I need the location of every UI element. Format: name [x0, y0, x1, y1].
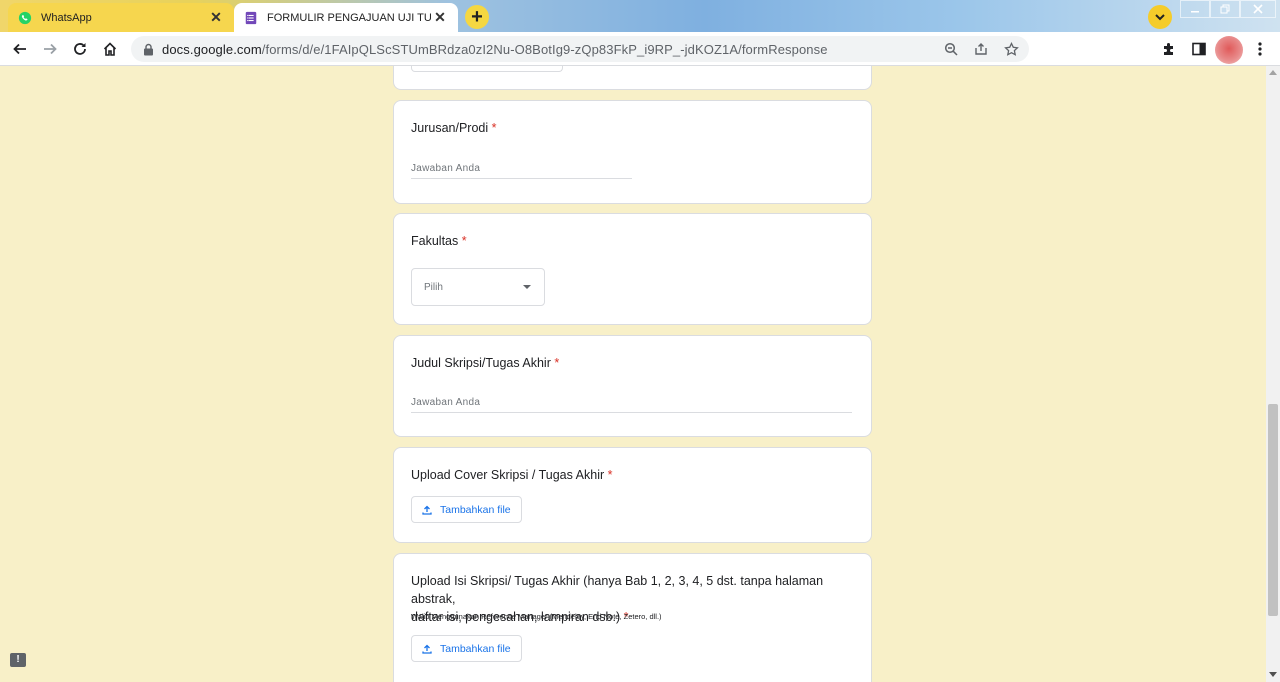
extensions-button[interactable] [1157, 37, 1181, 61]
zoom-icon[interactable] [941, 39, 961, 59]
bookmark-star-icon[interactable] [1001, 39, 1021, 59]
browser-toolbar: docs.google.com/forms/d/e/1FAIpQLScSTUmB… [0, 32, 1280, 66]
question-title: Jurusan/Prodi * [411, 121, 497, 135]
lock-icon [144, 43, 153, 55]
profile-avatar[interactable] [1215, 36, 1243, 64]
close-tab-icon[interactable]: ✕ [208, 9, 224, 26]
upload-cover-button[interactable]: Tambahkan file [411, 496, 522, 523]
chevron-down-icon [1155, 14, 1165, 21]
scroll-down-icon[interactable] [1269, 672, 1277, 677]
feedback-icon[interactable]: ! [10, 653, 26, 667]
jurusan-input[interactable]: Jawaban Anda [411, 163, 632, 179]
upload-icon [422, 505, 432, 515]
question-card-upload-cover: Upload Cover Skripsi / Tugas Akhir * Tam… [393, 447, 872, 543]
home-icon [103, 42, 117, 56]
required-mark: * [491, 121, 497, 135]
minimize-icon [1191, 11, 1199, 13]
question-card-previous [393, 66, 872, 90]
question-description: Wajib Menggunakan Reference Manager (Men… [411, 612, 662, 621]
google-forms-icon [245, 11, 257, 24]
required-mark: * [554, 356, 560, 370]
puzzle-icon [1164, 43, 1173, 55]
previous-select[interactable] [411, 66, 563, 72]
question-title: Fakultas * [411, 234, 467, 248]
close-icon [1253, 4, 1263, 14]
tab-title: FORMULIR PENGAJUAN UJI TURNITIN [267, 11, 432, 24]
arrow-left-icon [13, 43, 26, 55]
more-vert-icon [1258, 42, 1262, 56]
button-label: Tambahkan file [440, 503, 511, 516]
back-button[interactable] [8, 37, 32, 61]
upload-isi-button[interactable]: Tambahkan file [411, 635, 522, 662]
button-label: Tambahkan file [440, 642, 511, 655]
question-card-jurusan: Jurusan/Prodi * Jawaban Anda [393, 100, 872, 204]
tab-whatsapp[interactable]: WhatsApp ✕ [8, 3, 234, 32]
reload-icon [74, 43, 86, 55]
dropdown-value: Pilih [424, 281, 443, 293]
new-tab-button[interactable]: + [465, 5, 489, 29]
url-path: /forms/d/e/1FAIpQLScSTUmBRdza0zI2Nu-O8Bo… [261, 41, 828, 57]
menu-button[interactable] [1248, 37, 1272, 61]
tab-google-forms[interactable]: FORMULIR PENGAJUAN UJI TURNITIN ✕ [234, 3, 458, 32]
required-mark: * [461, 234, 467, 248]
whatsapp-icon [18, 11, 32, 24]
form-page: Jurusan/Prodi * Jawaban Anda Fakultas * … [0, 66, 1266, 682]
tab-title: WhatsApp [41, 11, 92, 24]
required-mark: * [607, 468, 613, 482]
restore-icon [1220, 4, 1230, 14]
close-window-button[interactable] [1240, 0, 1276, 18]
url-text: docs.google.com/forms/d/e/1FAIpQLScSTUmB… [162, 42, 828, 57]
question-card-judul: Judul Skripsi/Tugas Akhir * Jawaban Anda [393, 335, 872, 437]
reload-button[interactable] [68, 37, 92, 61]
scrollbar-thumb[interactable] [1268, 404, 1278, 616]
tab-search-button[interactable] [1148, 5, 1172, 29]
side-panel-icon [1192, 42, 1206, 56]
page-scrollbar[interactable] [1266, 66, 1280, 682]
url-host: docs.google.com [162, 41, 262, 57]
question-card-upload-isi: Upload Isi Skripsi/ Tugas Akhir (hanya B… [393, 553, 872, 682]
close-tab-icon[interactable]: ✕ [432, 9, 448, 26]
share-icon[interactable] [971, 39, 991, 59]
caret-down-icon [523, 285, 531, 289]
address-bar[interactable]: docs.google.com/forms/d/e/1FAIpQLScSTUmB… [131, 36, 1029, 62]
forward-button[interactable] [38, 37, 62, 61]
side-panel-button[interactable] [1187, 37, 1211, 61]
minimize-button[interactable] [1180, 0, 1210, 18]
question-card-fakultas: Fakultas * Pilih [393, 213, 872, 325]
question-title: Judul Skripsi/Tugas Akhir * [411, 356, 560, 370]
scroll-up-icon[interactable] [1269, 70, 1277, 75]
restore-button[interactable] [1210, 0, 1240, 18]
question-title: Upload Cover Skripsi / Tugas Akhir * [411, 468, 613, 482]
tab-strip: WhatsApp ✕ FORMULIR PENGAJUAN UJI TURNIT… [0, 0, 1280, 32]
upload-icon [422, 644, 432, 654]
home-button[interactable] [98, 37, 122, 61]
fakultas-dropdown[interactable]: Pilih [411, 268, 545, 306]
judul-input[interactable]: Jawaban Anda [411, 397, 852, 413]
arrow-right-icon [44, 43, 57, 55]
